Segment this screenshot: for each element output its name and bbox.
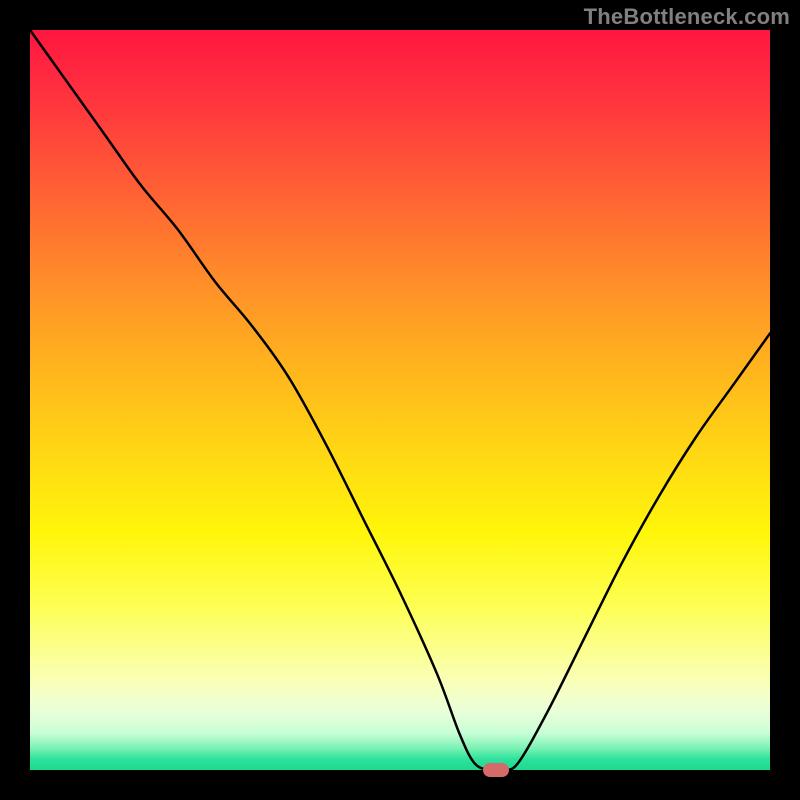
plot-area	[30, 30, 770, 770]
watermark-label: TheBottleneck.com	[584, 4, 790, 30]
optimal-marker	[483, 763, 509, 777]
bottleneck-curve	[30, 30, 770, 770]
